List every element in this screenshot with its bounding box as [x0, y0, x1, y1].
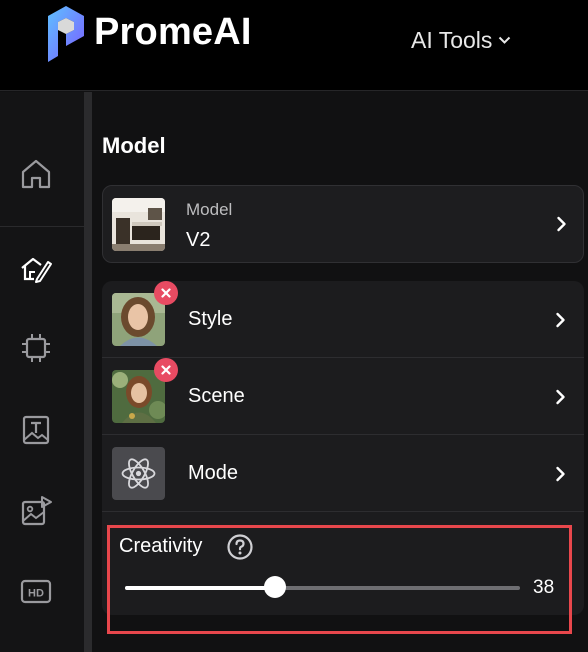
creativity-slider-thumb[interactable] — [264, 576, 287, 598]
sidebar-divider — [0, 226, 84, 227]
text-image-icon[interactable] — [19, 413, 53, 447]
model-label: Model — [186, 200, 233, 219]
chevron-right-icon — [555, 466, 567, 482]
creativity-label: Creativity — [119, 535, 203, 557]
style-row[interactable]: Style — [102, 281, 584, 358]
remove-scene-button[interactable] — [154, 358, 178, 382]
sidebar-scrollbar[interactable] — [84, 92, 92, 652]
help-icon[interactable] — [226, 533, 254, 561]
mode-row[interactable]: Mode — [102, 435, 584, 512]
remove-style-button[interactable] — [154, 281, 178, 305]
top-bar: PromeAI AI Tools — [0, 0, 588, 91]
scene-label: Scene — [188, 385, 245, 407]
chevron-right-icon — [555, 389, 567, 405]
chevron-down-icon — [499, 36, 511, 44]
creativity-value: 38 — [533, 577, 555, 598]
section-title: Model — [102, 133, 166, 158]
brand-name[interactable]: PromeAI — [94, 11, 252, 54]
svg-text:HD: HD — [28, 588, 44, 600]
style-label: Style — [188, 308, 233, 330]
creativity-slider-fill — [125, 586, 276, 590]
model-value: V2 — [186, 229, 211, 251]
house-edit-icon[interactable] — [19, 252, 53, 286]
home-icon[interactable] — [19, 157, 53, 191]
chip-icon[interactable] — [19, 331, 53, 365]
image-video-icon[interactable] — [19, 494, 53, 528]
close-icon — [161, 288, 171, 298]
mode-label: Mode — [188, 462, 239, 484]
scene-row[interactable]: Scene — [102, 358, 584, 435]
close-icon — [161, 365, 171, 375]
model-selector-card[interactable]: Model V2 — [102, 185, 584, 263]
ai-tools-label: AI Tools — [411, 27, 493, 53]
chevron-right-icon — [556, 216, 568, 232]
hd-icon[interactable]: HD — [19, 574, 53, 608]
promeai-logo-icon[interactable] — [44, 6, 86, 62]
chevron-right-icon — [555, 312, 567, 328]
ai-tools-menu[interactable]: AI Tools — [411, 27, 511, 54]
model-thumbnail — [112, 198, 165, 251]
row-divider — [102, 511, 584, 512]
atom-icon — [112, 447, 165, 500]
